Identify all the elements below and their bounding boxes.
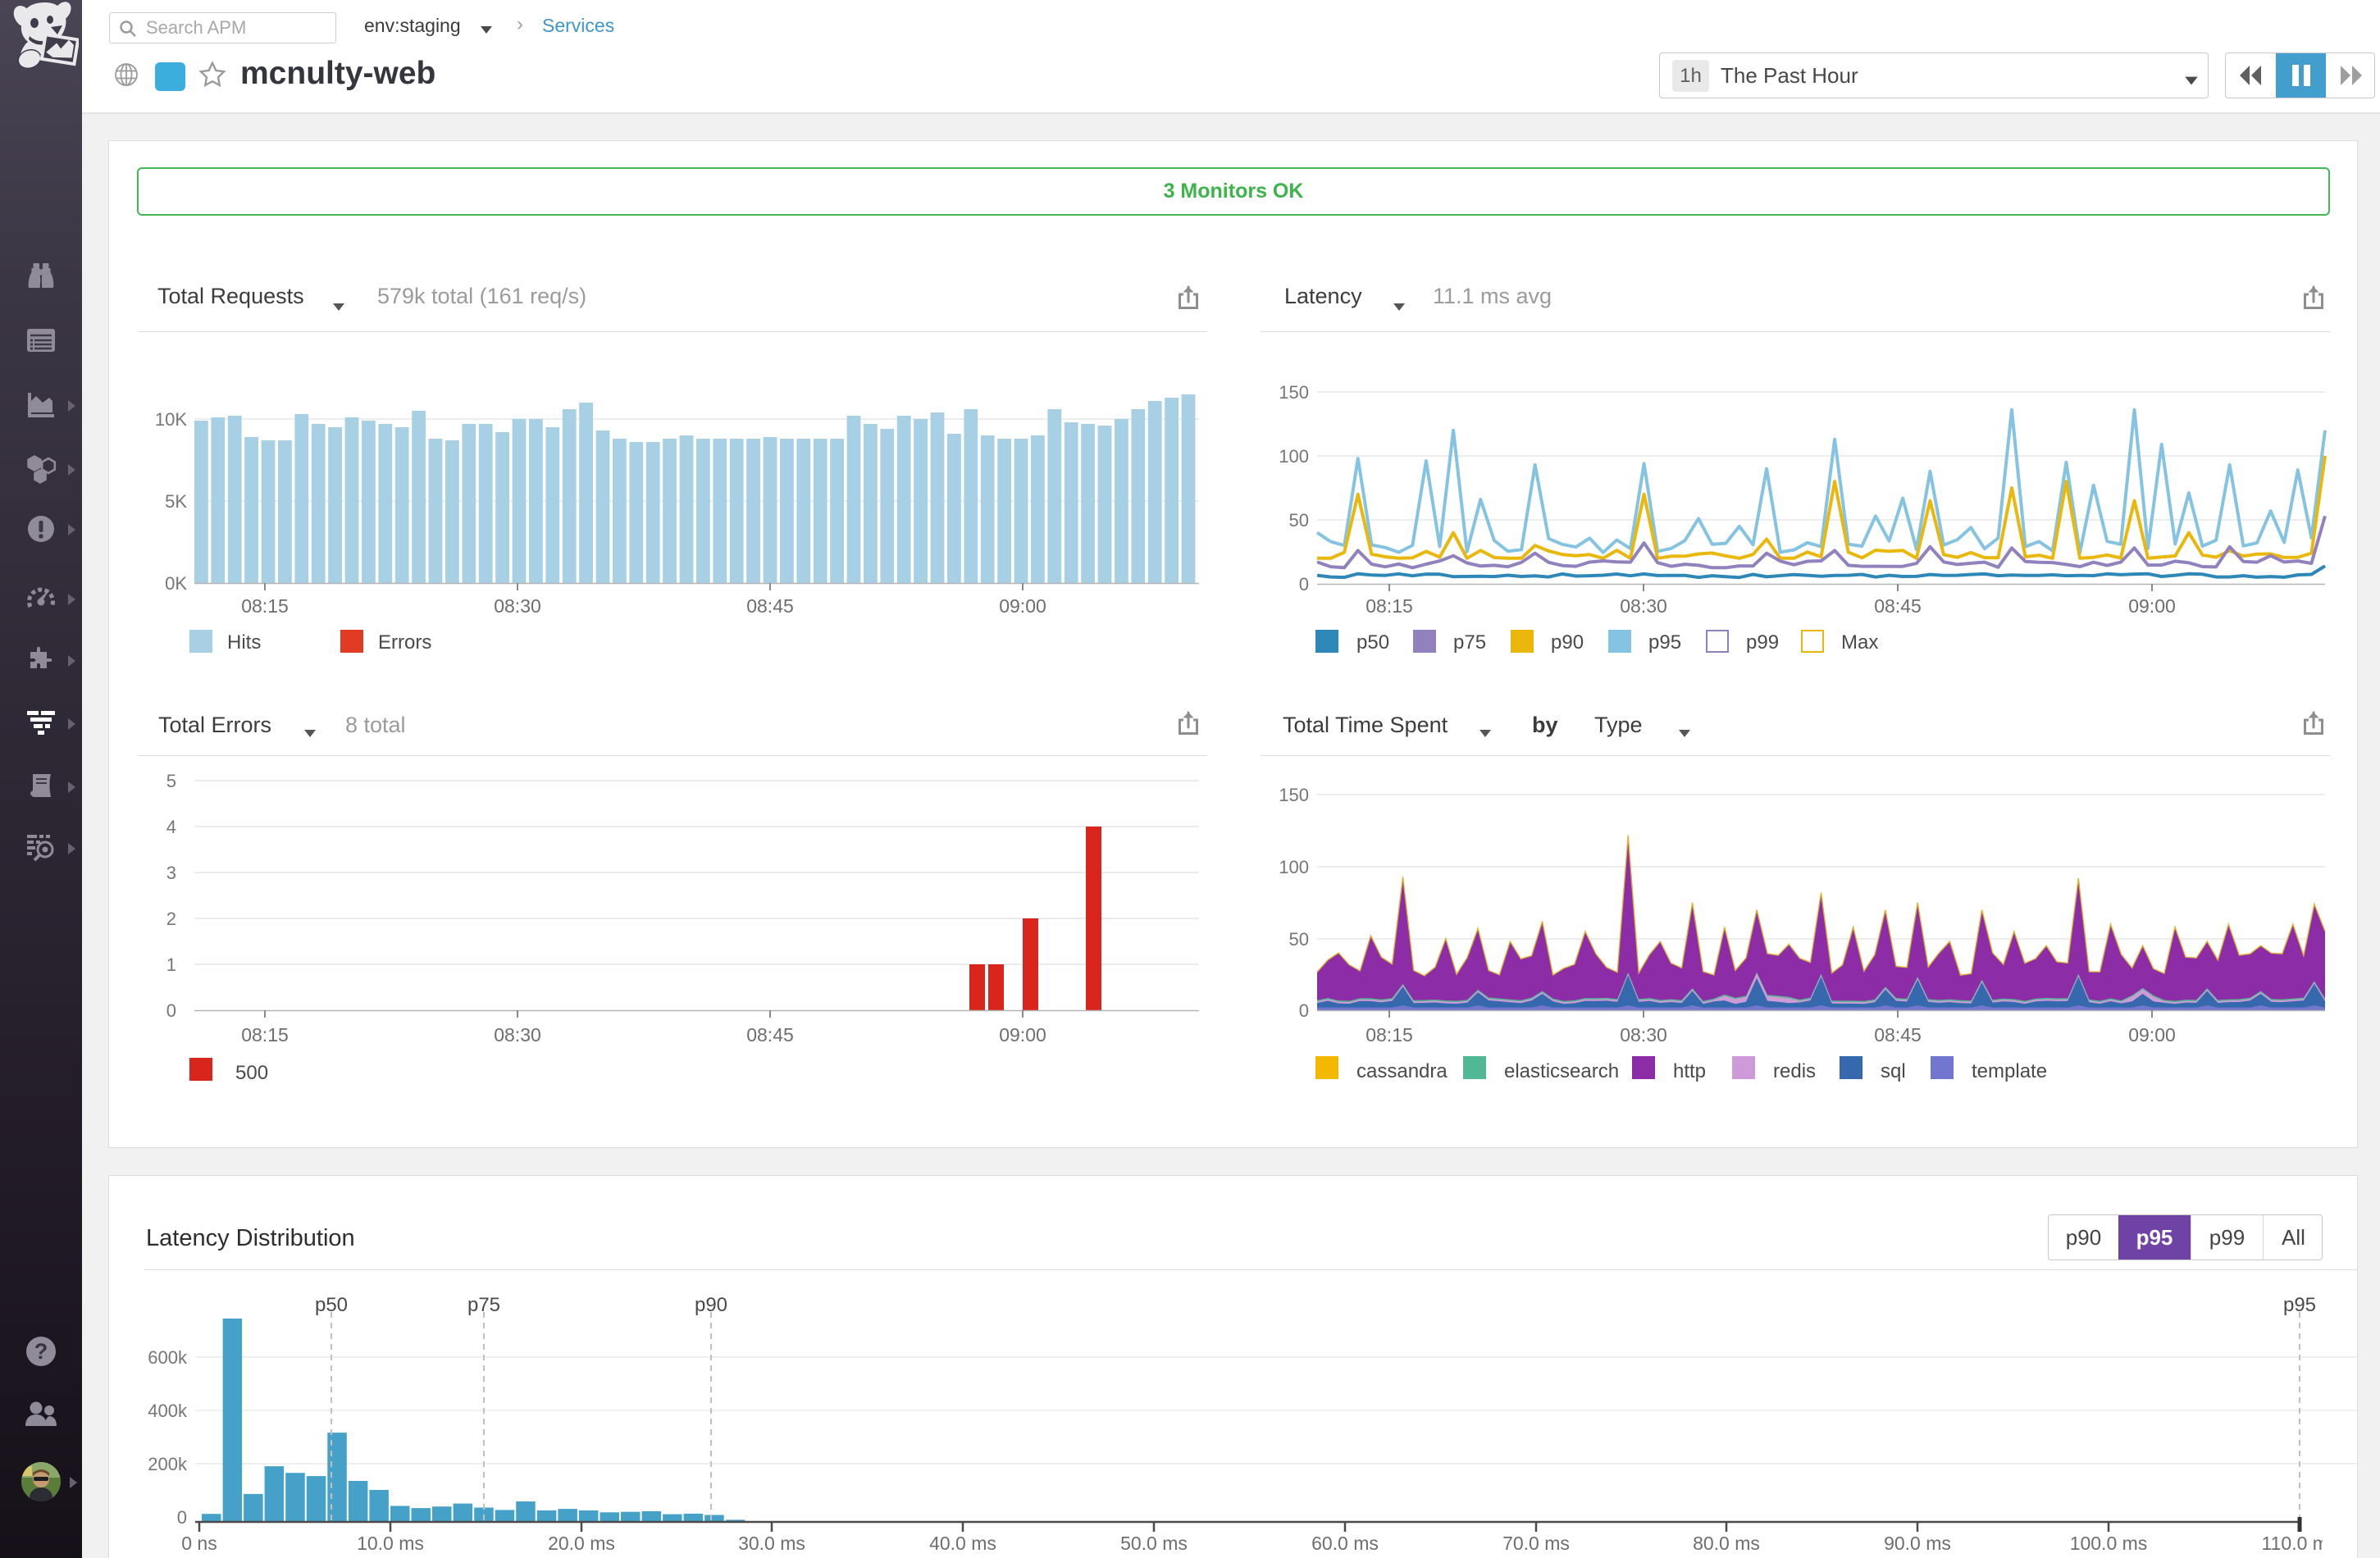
svg-text:p50: p50 — [315, 1294, 348, 1316]
svg-text:08:15: 08:15 — [1366, 595, 1413, 617]
svg-text:40.0 ms: 40.0 ms — [929, 1533, 996, 1554]
svg-text:100: 100 — [1279, 857, 1309, 877]
svg-text:?: ? — [34, 1339, 48, 1364]
svg-text:08:45: 08:45 — [746, 595, 794, 617]
svg-text:0K: 0K — [165, 573, 187, 594]
svg-text:60.0 ms: 60.0 ms — [1311, 1533, 1379, 1554]
svg-text:100.0 ms: 100.0 ms — [2070, 1533, 2148, 1554]
svg-text:20.0 ms: 20.0 ms — [548, 1533, 615, 1554]
svg-text:08:15: 08:15 — [241, 1024, 289, 1046]
svg-text:50.0 ms: 50.0 ms — [1120, 1533, 1188, 1554]
svg-text:50: 50 — [1289, 929, 1309, 950]
svg-text:p90: p90 — [695, 1294, 727, 1316]
svg-text:70.0 ms: 70.0 ms — [1502, 1533, 1570, 1554]
svg-text:200k: 200k — [148, 1454, 188, 1474]
svg-text:p75: p75 — [467, 1294, 500, 1316]
svg-text:100: 100 — [1279, 446, 1309, 467]
svg-text:5: 5 — [166, 771, 176, 791]
svg-text:3: 3 — [166, 863, 176, 883]
svg-text:2: 2 — [166, 909, 176, 929]
svg-text:p95: p95 — [2283, 1294, 2316, 1316]
svg-text:150: 150 — [1279, 785, 1309, 805]
svg-text:09:00: 09:00 — [2128, 1024, 2176, 1046]
svg-text:10.0 ms: 10.0 ms — [357, 1533, 424, 1554]
svg-text:0: 0 — [166, 1000, 176, 1021]
svg-text:1: 1 — [166, 954, 176, 975]
svg-text:600k: 600k — [148, 1347, 188, 1368]
svg-text:150: 150 — [1279, 382, 1309, 403]
svg-text:08:45: 08:45 — [746, 1024, 794, 1046]
svg-text:09:00: 09:00 — [999, 1024, 1046, 1046]
svg-text:08:15: 08:15 — [241, 595, 289, 617]
svg-text:08:15: 08:15 — [1366, 1024, 1413, 1046]
svg-text:08:30: 08:30 — [1620, 595, 1667, 617]
svg-text:0 ns: 0 ns — [181, 1533, 217, 1554]
svg-text:5K: 5K — [165, 491, 187, 512]
svg-text:09:00: 09:00 — [999, 595, 1046, 617]
svg-text:0: 0 — [1299, 1000, 1309, 1021]
svg-text:80.0 ms: 80.0 ms — [1693, 1533, 1760, 1554]
svg-text:08:30: 08:30 — [1620, 1024, 1667, 1046]
svg-text:09:00: 09:00 — [2128, 595, 2176, 617]
svg-text:08:30: 08:30 — [494, 1024, 541, 1046]
svg-text:50: 50 — [1289, 510, 1309, 531]
svg-text:0: 0 — [177, 1507, 187, 1528]
svg-text:0: 0 — [1299, 574, 1309, 594]
svg-text:400k: 400k — [148, 1401, 188, 1421]
svg-text:110.0 ms: 110.0 ms — [2262, 1533, 2338, 1554]
svg-text:08:45: 08:45 — [1874, 595, 1922, 617]
svg-text:08:45: 08:45 — [1874, 1024, 1922, 1046]
svg-text:08:30: 08:30 — [494, 595, 541, 617]
svg-text:4: 4 — [166, 817, 176, 837]
svg-text:10K: 10K — [155, 409, 187, 430]
svg-text:30.0 ms: 30.0 ms — [738, 1533, 805, 1554]
svg-text:90.0 ms: 90.0 ms — [1884, 1533, 1951, 1554]
